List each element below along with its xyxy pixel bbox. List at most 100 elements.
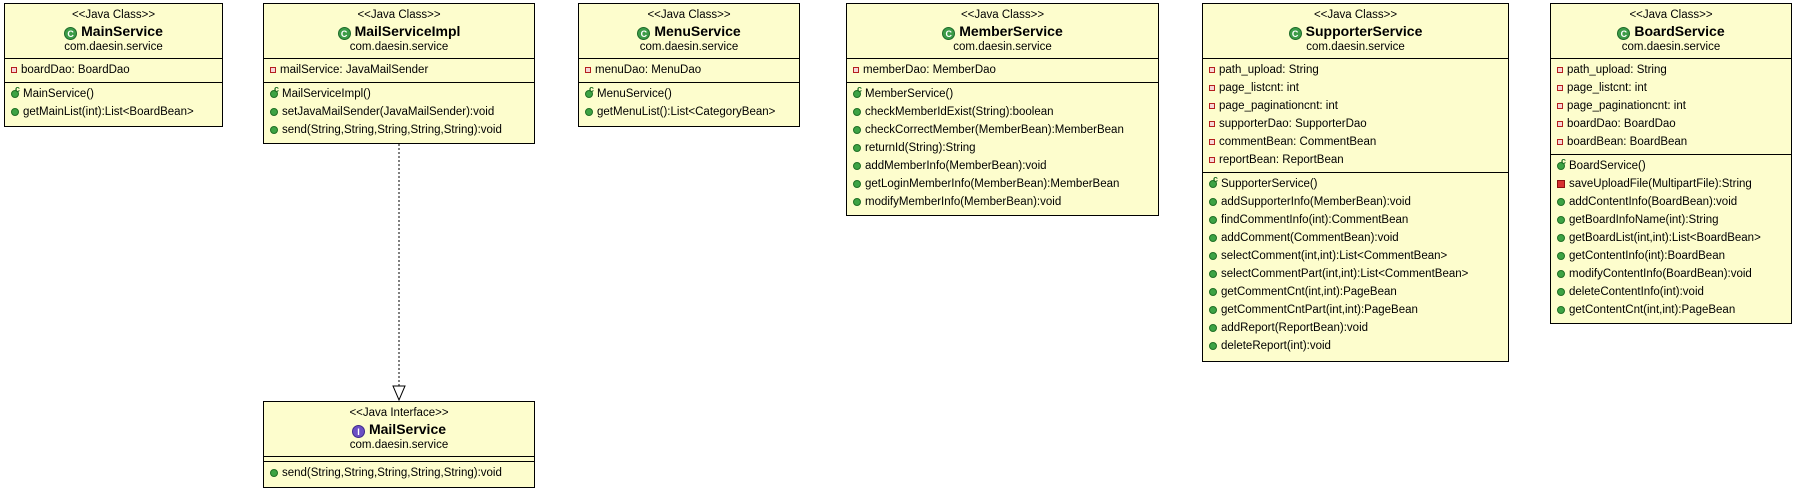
method-row: getContentInfo(int):BoardBean xyxy=(1551,247,1791,265)
field-row: commentBean: CommentBean xyxy=(1203,133,1508,151)
private-field-icon xyxy=(1209,85,1215,91)
class-header: <<Java Class>> C SupporterService com.dae… xyxy=(1203,4,1508,58)
private-field-icon xyxy=(1209,139,1215,145)
method-row: addComment(CommentBean):void xyxy=(1203,229,1508,247)
methods-section: MemberService() checkMemberIdExist(Strin… xyxy=(847,82,1158,214)
field-row: page_paginationcnt: int xyxy=(1203,97,1508,115)
class-name: MemberService xyxy=(959,23,1063,39)
method-row: deleteContentInfo(int):void xyxy=(1551,283,1791,301)
interface-name: MailService xyxy=(368,421,447,437)
class-header: <<Java Class>> C MenuService com.daesin.s… xyxy=(579,4,799,58)
stereotype: <<Java Interface>> xyxy=(349,407,449,419)
private-field-icon xyxy=(1209,67,1215,73)
field-row: page_listcnt: int xyxy=(1203,79,1508,97)
method-row: findCommentInfo(int):CommentBean xyxy=(1203,211,1508,229)
private-field-icon xyxy=(1557,67,1563,73)
constructor-icon xyxy=(585,84,594,98)
class-icon: C xyxy=(942,27,956,40)
package-name: com.daesin.service xyxy=(639,41,739,53)
private-field-icon xyxy=(1209,121,1215,127)
method-row: MemberService() xyxy=(847,84,1158,103)
method-row: getBoardList(int,int):List<BoardBean> xyxy=(1551,229,1791,247)
fields-section: menuDao: MenuDao xyxy=(579,58,799,82)
private-field-icon xyxy=(1209,157,1215,163)
public-method-icon xyxy=(1209,216,1217,224)
method-row: deleteReport(int):void xyxy=(1203,337,1508,355)
field-row: page_listcnt: int xyxy=(1551,79,1791,97)
public-method-icon xyxy=(1209,252,1217,260)
public-method-icon xyxy=(1209,342,1217,350)
public-method-icon xyxy=(1209,198,1217,206)
field-row: boardBean: BoardBean xyxy=(1551,133,1791,151)
field-row: boardDao: BoardDao xyxy=(5,61,222,79)
public-method-icon xyxy=(1209,234,1217,242)
interface-mailservice[interactable]: <<Java Interface>> I MailService com.daes… xyxy=(263,401,535,488)
method-row: send(String,String,String,String,String)… xyxy=(264,121,534,139)
methods-section: SupporterService() addSupporterInfo(Memb… xyxy=(1203,172,1508,358)
realization-arrowhead xyxy=(392,385,406,402)
public-method-icon xyxy=(270,469,278,477)
class-header: <<Java Class>> C MemberService com.daesin… xyxy=(847,4,1158,58)
field-row: boardDao: BoardDao xyxy=(1551,115,1791,133)
class-header: <<Java Class>> C MainService com.daesin.s… xyxy=(5,4,222,58)
field-row: mailService: JavaMailSender xyxy=(264,61,534,79)
class-name: MenuService xyxy=(654,23,741,39)
interface-icon: I xyxy=(351,425,365,438)
class-mainservice[interactable]: <<Java Class>> C MainService com.daesin.s… xyxy=(4,3,223,127)
public-method-icon xyxy=(853,198,861,206)
public-method-icon xyxy=(853,126,861,134)
public-method-icon xyxy=(11,108,19,116)
stereotype: <<Java Class>> xyxy=(1629,9,1713,21)
constructor-icon xyxy=(1557,156,1566,170)
class-memberservice[interactable]: <<Java Class>> C MemberService com.daesin… xyxy=(846,3,1159,216)
stereotype: <<Java Class>> xyxy=(1313,9,1398,21)
fields-section: mailService: JavaMailSender xyxy=(264,58,534,82)
class-icon: C xyxy=(1617,27,1631,40)
class-icon: C xyxy=(337,27,351,40)
class-icon: C xyxy=(637,27,651,40)
field-row: menuDao: MenuDao xyxy=(579,61,799,79)
method-row: saveUploadFile(MultipartFile):String xyxy=(1551,175,1791,193)
method-row: getMainList(int):List<BoardBean> xyxy=(5,103,222,121)
class-name: BoardService xyxy=(1634,23,1725,39)
public-method-icon xyxy=(1557,270,1565,278)
private-field-icon xyxy=(1557,103,1563,109)
package-name: com.daesin.service xyxy=(64,41,163,53)
method-row: getMenuList():List<CategoryBean> xyxy=(579,103,799,121)
methods-section: BoardService() saveUploadFile(MultipartF… xyxy=(1551,154,1791,322)
method-row: returnId(String):String xyxy=(847,139,1158,157)
class-name: SupporterService xyxy=(1305,23,1423,39)
public-method-icon xyxy=(1557,252,1565,260)
fields-section: path_upload: String page_listcnt: int pa… xyxy=(1203,58,1508,172)
public-method-icon xyxy=(270,126,278,134)
private-field-icon xyxy=(1557,85,1563,91)
public-method-icon xyxy=(853,144,861,152)
stereotype: <<Java Class>> xyxy=(71,9,156,21)
class-menuservice[interactable]: <<Java Class>> C MenuService com.daesin.s… xyxy=(578,3,800,127)
public-method-icon xyxy=(270,108,278,116)
method-row: addContentInfo(BoardBean):void xyxy=(1551,193,1791,211)
methods-section: send(String,String,String,String,String)… xyxy=(264,461,534,485)
class-name: MainService xyxy=(81,23,163,39)
method-row: MailServiceImpl() xyxy=(264,84,534,103)
class-supporterservice[interactable]: <<Java Class>> C SupporterService com.dae… xyxy=(1202,3,1509,362)
field-row: memberDao: MemberDao xyxy=(847,61,1158,79)
methods-section: MailServiceImpl() setJavaMailSender(Java… xyxy=(264,82,534,142)
class-boardservice[interactable]: <<Java Class>> C BoardService com.daesin.… xyxy=(1550,3,1792,324)
package-name: com.daesin.service xyxy=(1306,41,1405,53)
class-mailserviceimpl[interactable]: <<Java Class>> C MailServiceImpl com.daes… xyxy=(263,3,535,144)
field-row: reportBean: ReportBean xyxy=(1203,151,1508,169)
class-icon: C xyxy=(64,27,78,40)
private-field-icon xyxy=(270,67,276,73)
class-header: <<Java Class>> C MailServiceImpl com.daes… xyxy=(264,4,534,58)
public-method-icon xyxy=(1209,288,1217,296)
constructor-icon xyxy=(853,84,862,98)
method-row: addMemberInfo(MemberBean):void xyxy=(847,157,1158,175)
private-field-icon xyxy=(1557,121,1563,127)
constructor-icon xyxy=(11,84,20,98)
public-method-icon xyxy=(1557,216,1565,224)
method-row: selectCommentPart(int,int):List<CommentB… xyxy=(1203,265,1508,283)
private-field-icon xyxy=(1557,139,1563,145)
method-row: BoardService() xyxy=(1551,156,1791,175)
methods-section: MainService() getMainList(int):List<Boar… xyxy=(5,82,222,124)
